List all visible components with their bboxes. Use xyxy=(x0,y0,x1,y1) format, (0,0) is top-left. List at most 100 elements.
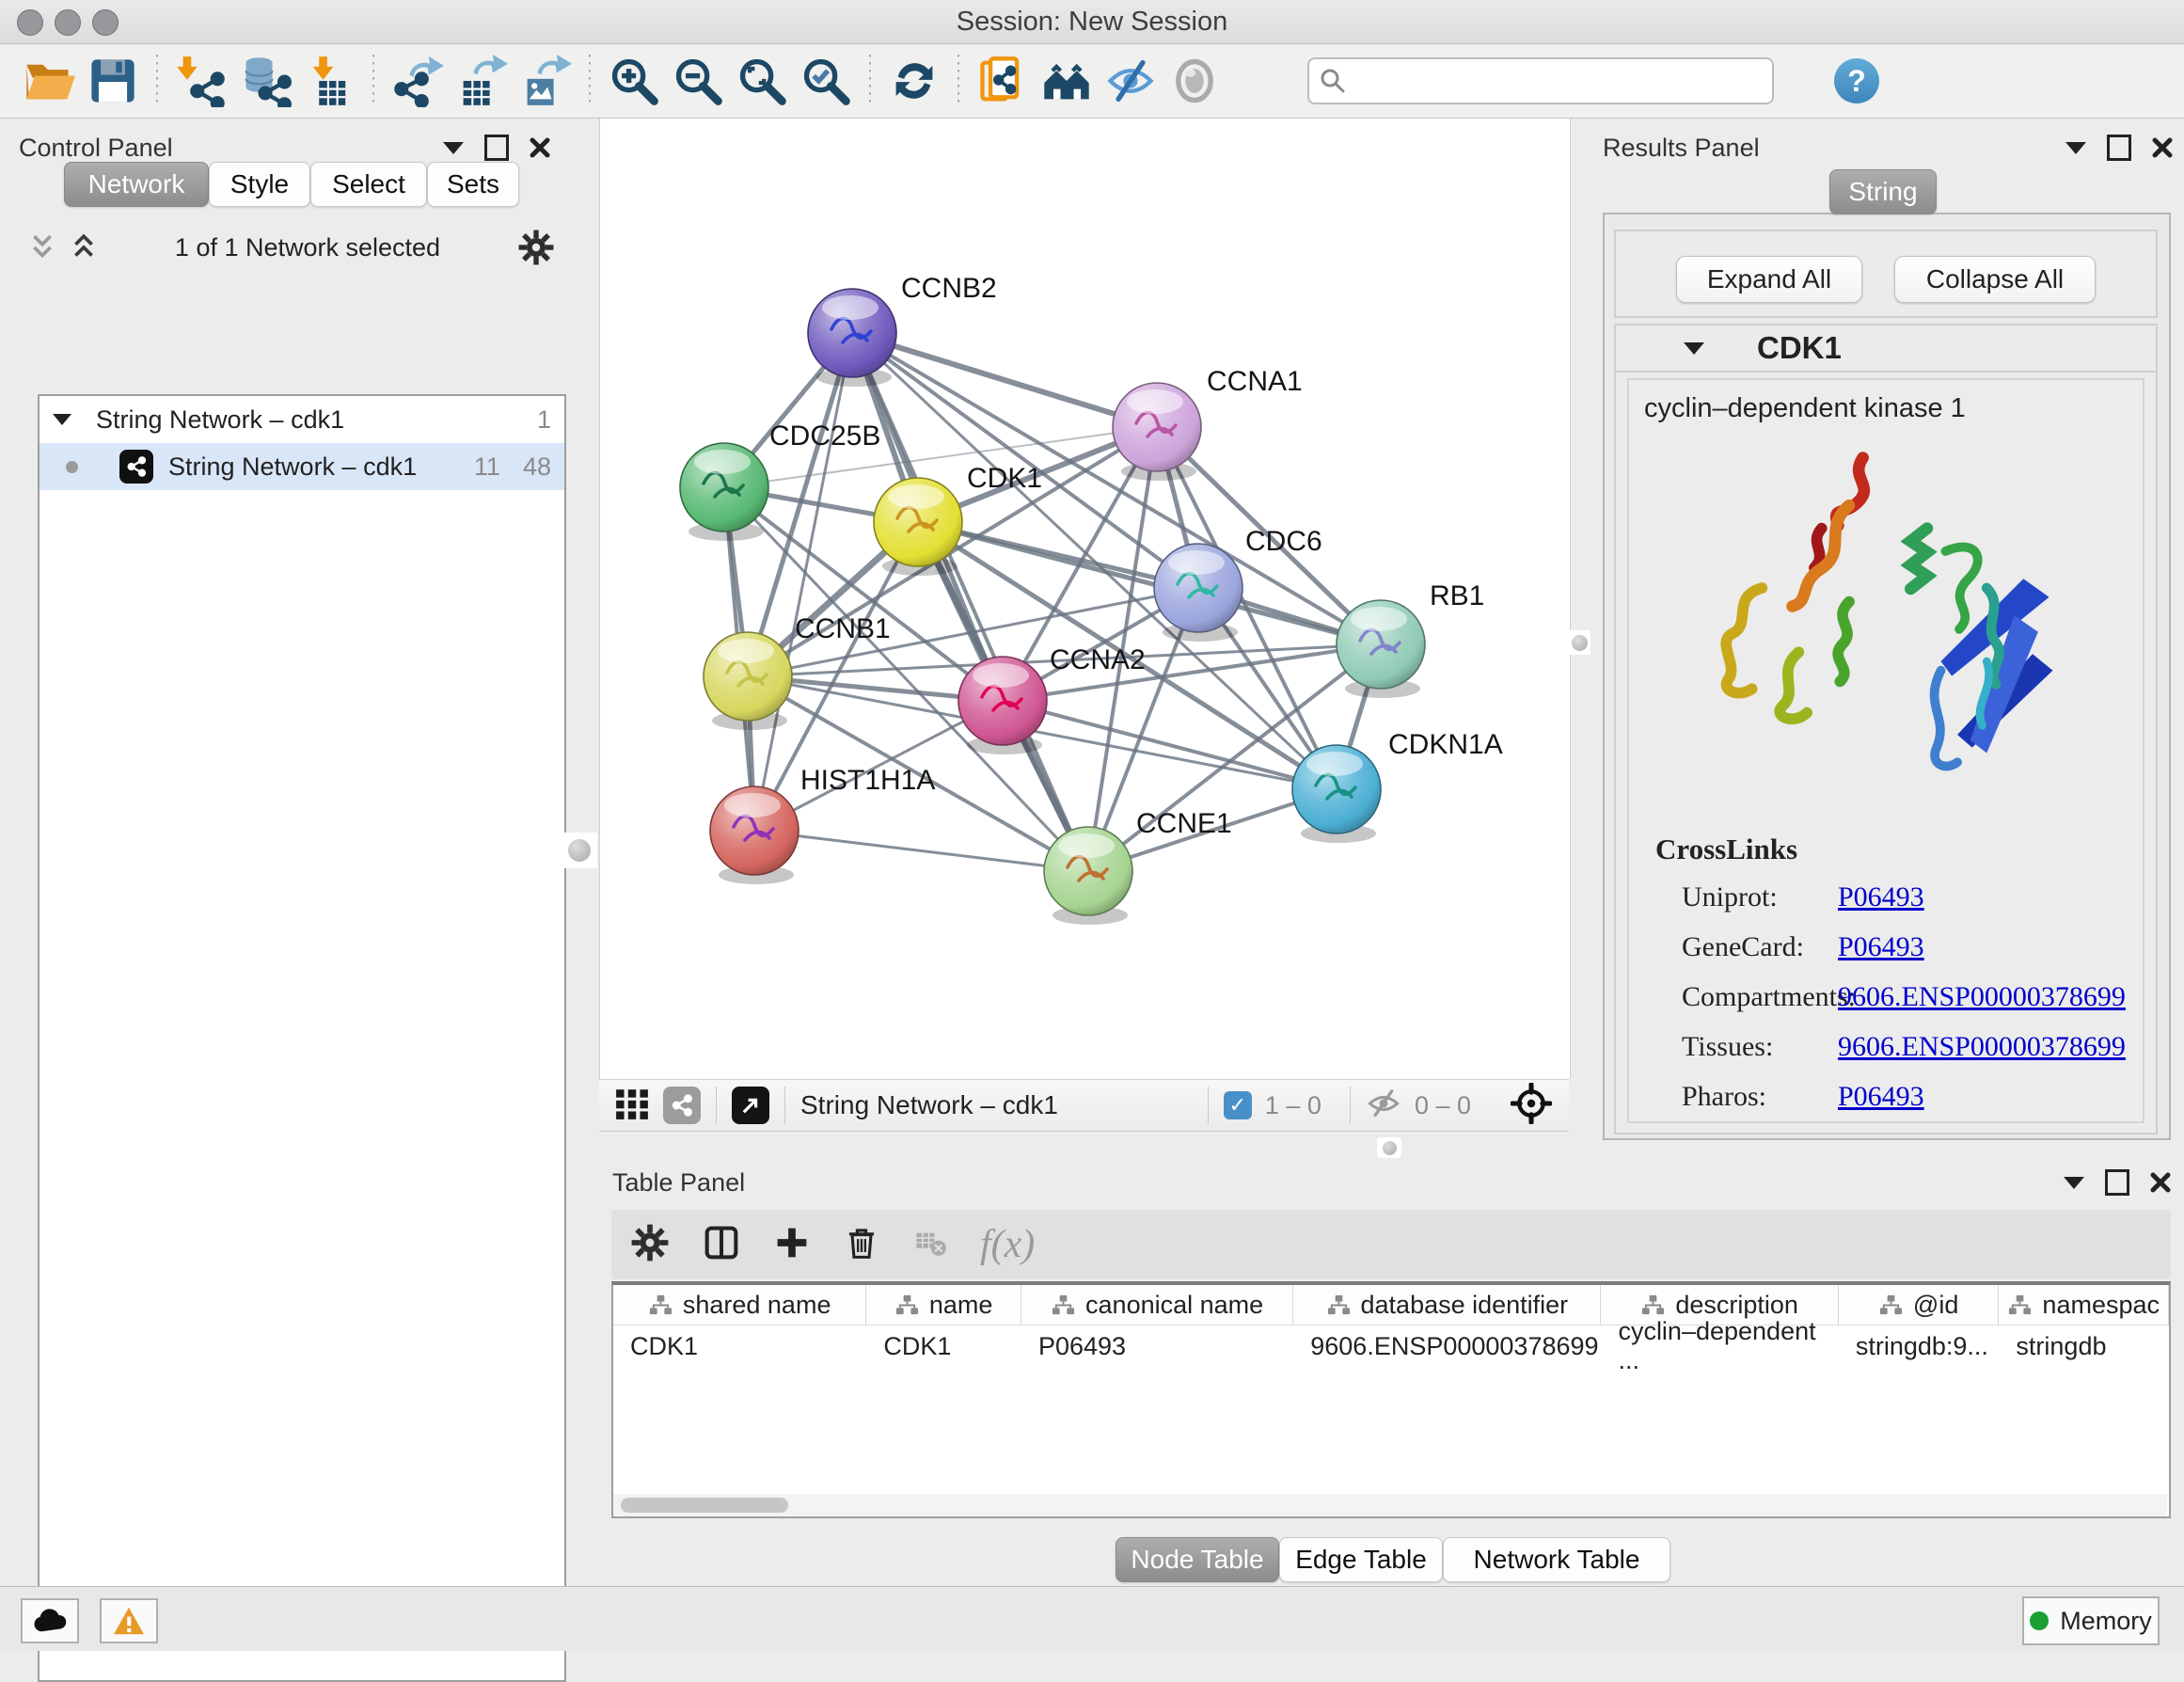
crosslink-value-link[interactable]: 9606.ENSP00000378699 xyxy=(1838,981,2126,1013)
panel-close-icon[interactable] xyxy=(2150,1172,2171,1193)
tab-select[interactable]: Select xyxy=(310,162,427,207)
network-node-CCNA1[interactable] xyxy=(1113,383,1201,481)
import-network-database-icon[interactable] xyxy=(238,54,293,108)
section-collapse-icon[interactable] xyxy=(1684,342,1704,355)
network-node-CCNE1[interactable] xyxy=(1044,827,1132,925)
share-network-icon[interactable] xyxy=(663,1087,701,1124)
network-graph[interactable]: CCNB2CCNA1CDC25BCDK1CDC6RB1CCNB1CCNA2CDK… xyxy=(600,125,1568,1079)
show-columns-icon[interactable] xyxy=(702,1223,741,1267)
window-close-button[interactable] xyxy=(17,9,43,36)
grid-view-icon[interactable] xyxy=(614,1086,650,1126)
save-session-icon[interactable] xyxy=(86,54,140,108)
panel-float-icon[interactable] xyxy=(484,135,509,161)
network-node-CDKN1A[interactable] xyxy=(1292,745,1381,843)
network-node-CDC6[interactable] xyxy=(1154,544,1242,642)
hidden-eye-slash-icon[interactable] xyxy=(1366,1087,1401,1124)
network-collection-row[interactable]: String Network – cdk1 1 xyxy=(40,396,564,443)
birdseye-crosshair-icon[interactable] xyxy=(1511,1083,1552,1129)
network-node-CDK1[interactable] xyxy=(874,478,962,576)
table-row[interactable]: CDK1CDK1P064939606.ENSP00000378699cyclin… xyxy=(613,1325,2169,1367)
network-node-RB1[interactable] xyxy=(1337,600,1425,698)
warning-button[interactable] xyxy=(100,1598,158,1643)
zoom-out-icon[interactable] xyxy=(671,54,725,108)
home-icon[interactable] xyxy=(1039,54,1094,108)
panel-float-icon[interactable] xyxy=(2107,135,2131,161)
collapse-all-button[interactable]: Collapse All xyxy=(1894,256,2096,303)
panel-menu-icon[interactable] xyxy=(2065,142,2086,154)
refresh-icon[interactable] xyxy=(887,54,942,108)
tree-expand-icon[interactable] xyxy=(53,414,71,425)
show-hide-eye-icon[interactable] xyxy=(1103,54,1158,108)
network-node-CCNB1[interactable] xyxy=(704,632,792,730)
crosslink-value-link[interactable]: P06493 xyxy=(1838,931,1924,963)
horizontal-splitter-handle[interactable] xyxy=(1377,1137,1401,1158)
tab-style[interactable]: Style xyxy=(209,162,310,207)
expand-all-icon[interactable] xyxy=(70,233,98,262)
cloud-button[interactable] xyxy=(21,1598,79,1643)
crosslink-value-link[interactable]: 9606.ENSP00000378699 xyxy=(1838,1031,2126,1063)
table-settings-gear-icon[interactable] xyxy=(630,1223,670,1267)
node-table[interactable]: shared namenamecanonical namedatabase id… xyxy=(611,1281,2171,1518)
open-in-window-icon[interactable] xyxy=(732,1087,769,1124)
first-neighbors-icon[interactable] xyxy=(975,54,1030,108)
column-header-database-identifier[interactable]: database identifier xyxy=(1293,1285,1601,1325)
table-cell[interactable]: CDK1 xyxy=(613,1325,866,1367)
crosslink-value-link[interactable]: P06493 xyxy=(1838,881,1924,913)
tab-sets[interactable]: Sets xyxy=(427,162,519,207)
panel-menu-icon[interactable] xyxy=(2064,1177,2084,1189)
network-canvas[interactable]: CCNB2CCNA1CDC25BCDK1CDC6RB1CCNB1CCNA2CDK… xyxy=(599,119,1571,1079)
column-header-namespac[interactable]: namespac xyxy=(1999,1285,2169,1325)
search-input[interactable] xyxy=(1356,66,1772,97)
memory-button[interactable]: Memory xyxy=(2022,1596,2160,1645)
right-splitter-handle[interactable] xyxy=(1568,630,1591,655)
search-field[interactable] xyxy=(1307,57,1774,104)
selected-checkbox-icon[interactable]: ✓ xyxy=(1224,1091,1252,1119)
network-edge[interactable] xyxy=(852,333,1157,427)
table-cell[interactable]: stringdb xyxy=(1999,1325,2169,1367)
import-network-file-icon[interactable] xyxy=(174,54,229,108)
scrollbar-thumb[interactable] xyxy=(621,1498,788,1513)
window-minimize-button[interactable] xyxy=(55,9,81,36)
add-column-icon[interactable] xyxy=(773,1224,811,1266)
network-node-HIST1H1A[interactable] xyxy=(710,786,799,884)
table-cell[interactable]: P06493 xyxy=(1021,1325,1293,1367)
column-header--id[interactable]: @id xyxy=(1839,1285,2000,1325)
network-node-CCNA2[interactable] xyxy=(958,657,1047,754)
zoom-in-icon[interactable] xyxy=(607,54,661,108)
network-edge[interactable] xyxy=(754,831,1088,871)
protein-section-header[interactable]: CDK1 xyxy=(1616,325,2156,373)
panel-menu-icon[interactable] xyxy=(443,142,464,154)
left-splitter-handle[interactable] xyxy=(562,833,597,868)
table-cell[interactable]: stringdb:9... xyxy=(1839,1325,2000,1367)
tab-network-table[interactable]: Network Table xyxy=(1443,1537,1670,1582)
export-table-icon[interactable] xyxy=(454,54,509,108)
table-cell[interactable]: 9606.ENSP00000378699 xyxy=(1293,1325,1601,1367)
panel-close-icon[interactable] xyxy=(2152,137,2173,158)
help-icon[interactable]: ? xyxy=(1834,58,1879,103)
tab-network[interactable]: Network xyxy=(64,162,209,207)
network-row-selected[interactable]: String Network – cdk1 11 48 xyxy=(40,443,564,490)
panel-float-icon[interactable] xyxy=(2105,1169,2129,1196)
table-cell[interactable]: cyclin–dependent ... xyxy=(1601,1325,1838,1367)
import-table-file-icon[interactable] xyxy=(302,54,356,108)
window-zoom-button[interactable] xyxy=(92,9,119,36)
tab-string[interactable]: String xyxy=(1829,169,1937,214)
tab-edge-table[interactable]: Edge Table xyxy=(1279,1537,1443,1582)
expand-all-button[interactable]: Expand All xyxy=(1676,256,1862,303)
network-edge[interactable] xyxy=(754,333,852,831)
network-node-CDC25B[interactable] xyxy=(680,443,768,541)
open-session-icon[interactable] xyxy=(22,54,76,108)
table-cell[interactable]: CDK1 xyxy=(866,1325,1021,1367)
crosslink-value-link[interactable]: P06493 xyxy=(1838,1081,1924,1113)
collapse-all-icon[interactable] xyxy=(28,233,56,262)
export-network-icon[interactable] xyxy=(390,54,445,108)
tab-node-table[interactable]: Node Table xyxy=(1116,1537,1279,1582)
panel-close-icon[interactable] xyxy=(530,137,550,158)
gear-icon[interactable] xyxy=(517,229,555,266)
zoom-fit-icon[interactable] xyxy=(735,54,789,108)
delete-column-trash-icon[interactable] xyxy=(843,1224,880,1266)
column-header-canonical-name[interactable]: canonical name xyxy=(1021,1285,1293,1325)
column-header-name[interactable]: name xyxy=(866,1285,1021,1325)
export-image-icon[interactable] xyxy=(518,54,573,108)
table-horizontal-scrollbar[interactable] xyxy=(613,1494,2167,1516)
